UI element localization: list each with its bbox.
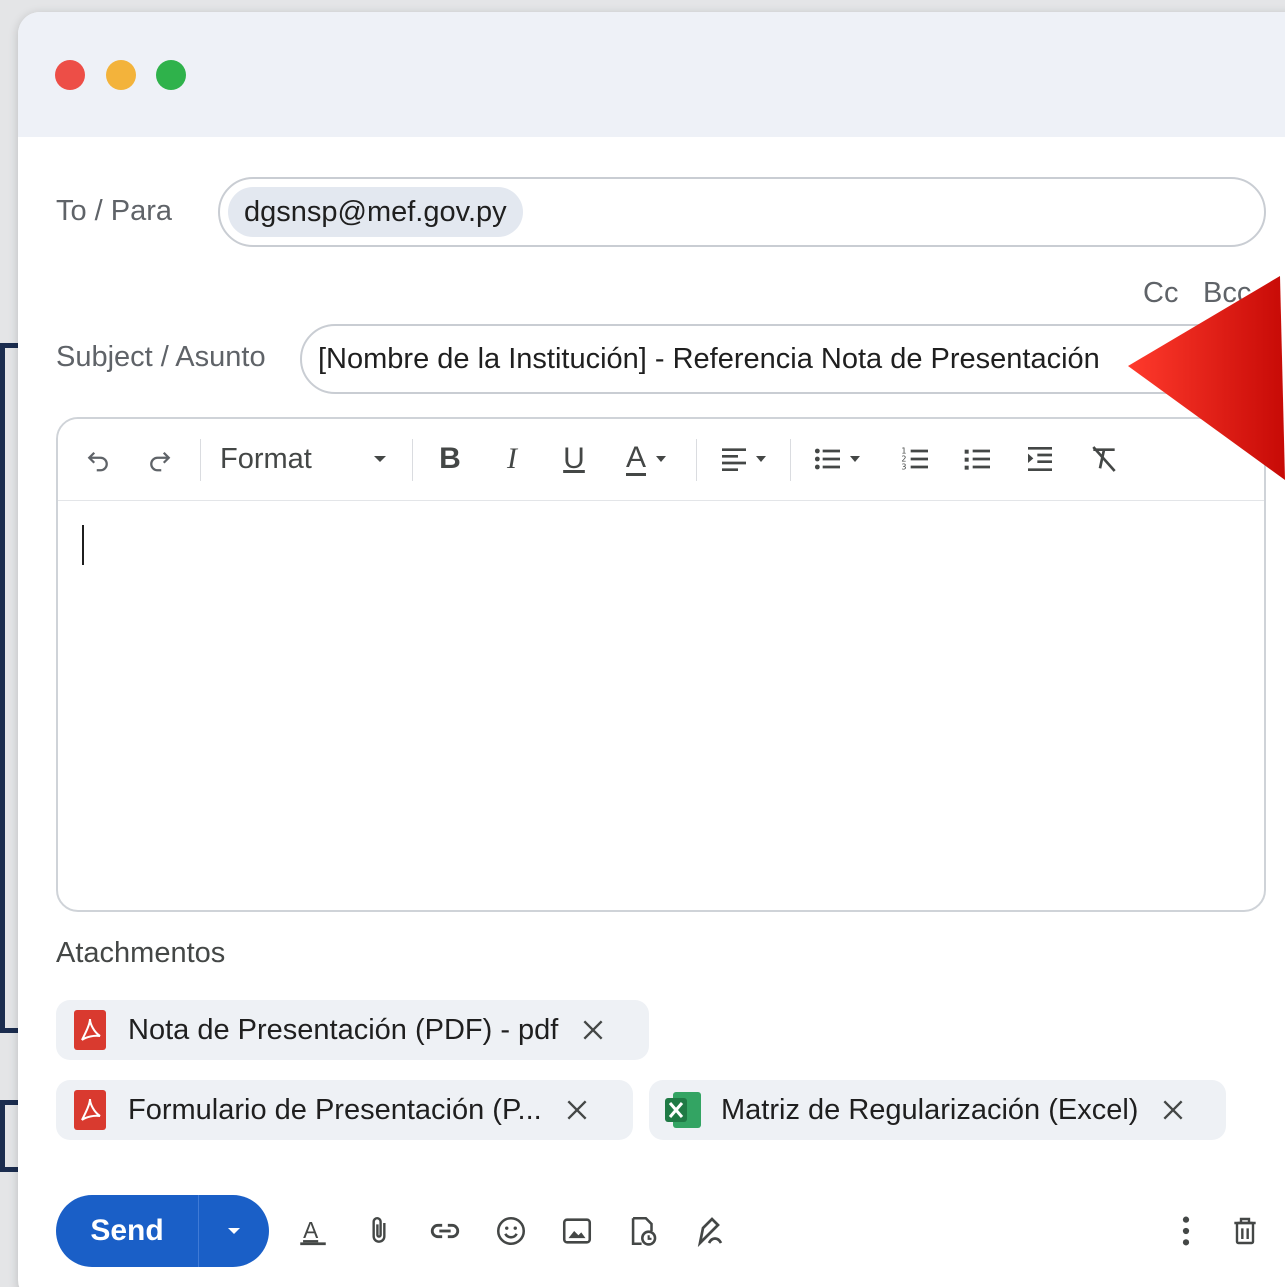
send-label: Send xyxy=(90,1214,164,1247)
title-bar xyxy=(18,12,1285,137)
align-button[interactable] xyxy=(710,437,776,481)
trash-icon xyxy=(1234,1217,1256,1245)
text-color-button[interactable]: A xyxy=(614,437,680,481)
format-label: Format xyxy=(220,442,312,475)
undo-button[interactable] xyxy=(76,437,120,481)
bulleted-list-button[interactable] xyxy=(956,437,1000,481)
link-icon xyxy=(430,1223,460,1239)
formatting-options-button[interactable]: A xyxy=(292,1210,334,1252)
list-button[interactable] xyxy=(804,437,870,481)
more-options-button[interactable] xyxy=(1165,1210,1207,1252)
italic-button[interactable]: I xyxy=(490,437,534,481)
svg-text:A: A xyxy=(303,1217,319,1243)
confidential-mode-button[interactable] xyxy=(622,1210,664,1252)
numbered-list-icon: 123 xyxy=(901,447,928,472)
attachments-title: Atachmentos xyxy=(56,937,226,969)
toolbar-divider xyxy=(200,439,201,481)
message-editor[interactable]: Format B I U A 1 2 3 xyxy=(56,417,1266,912)
pdf-icon xyxy=(74,1090,106,1130)
redo-icon xyxy=(150,451,171,472)
insert-photo-button[interactable] xyxy=(556,1210,598,1252)
numbered-list-button[interactable]: 123 xyxy=(894,437,938,481)
attachment-name: Nota de Presentación (PDF) - pdf xyxy=(128,1013,559,1046)
lock-clock-icon xyxy=(631,1216,657,1246)
formatting-toolbar: Format B I U A 1 2 3 xyxy=(58,419,1264,501)
connector-line xyxy=(0,1100,5,1172)
paperclip-icon xyxy=(372,1217,386,1243)
attachment-chip[interactable]: Matriz de Regularización (Excel) xyxy=(649,1080,1226,1140)
subject-value: [Nombre de la Institución] - Referencia … xyxy=(318,343,1100,375)
bold-button[interactable]: B xyxy=(428,437,472,481)
remove-attachment-icon[interactable] xyxy=(580,1017,606,1043)
send-options-button[interactable] xyxy=(199,1195,269,1267)
bold-icon: B xyxy=(439,442,461,475)
discard-draft-button[interactable] xyxy=(1224,1210,1266,1252)
more-vert-icon xyxy=(1182,1216,1190,1246)
recipient-chip[interactable]: dgsnsp@mef.gov.py xyxy=(228,187,523,237)
minimize-window-button[interactable] xyxy=(106,60,136,90)
attachment-chip[interactable]: Formulario de Presentación (P... xyxy=(56,1080,633,1140)
maximize-window-button[interactable] xyxy=(156,60,186,90)
caret-down-icon xyxy=(228,1228,240,1234)
attachment-name: Matriz de Regularización (Excel) xyxy=(721,1093,1139,1126)
signature-button[interactable] xyxy=(688,1210,730,1252)
underline-button[interactable]: U xyxy=(552,437,596,481)
italic-icon: I xyxy=(507,442,517,475)
caret-down-icon xyxy=(756,456,766,462)
bulleted-list-icon xyxy=(964,449,990,470)
caret-down-icon xyxy=(850,456,860,462)
attach-file-button[interactable] xyxy=(358,1210,400,1252)
signature-icon xyxy=(697,1217,723,1248)
text-cursor xyxy=(82,525,84,565)
text-color-icon: A xyxy=(625,440,646,476)
indent-icon xyxy=(1028,447,1052,471)
text-format-icon: A xyxy=(300,1217,326,1246)
compose-window: To / Para dgsnsp@mef.gov.py Cc Bcc Subje… xyxy=(18,12,1285,1287)
to-label: To / Para xyxy=(56,195,173,227)
caret-down-icon xyxy=(656,456,666,462)
format-dropdown[interactable]: Format xyxy=(220,437,400,481)
photo-icon xyxy=(562,1218,592,1244)
clear-formatting-icon xyxy=(1092,446,1116,472)
insert-emoji-button[interactable] xyxy=(490,1210,532,1252)
pdf-icon xyxy=(74,1010,106,1050)
remove-attachment-icon[interactable] xyxy=(564,1097,590,1123)
annotation-arrow-icon xyxy=(1128,276,1285,480)
toolbar-divider xyxy=(696,439,697,481)
excel-icon xyxy=(665,1092,701,1128)
underline-icon: U xyxy=(563,442,585,475)
remove-attachment-icon[interactable] xyxy=(1160,1097,1186,1123)
redo-button[interactable] xyxy=(138,437,182,481)
toolbar-divider xyxy=(412,439,413,481)
indent-button[interactable] xyxy=(1018,437,1062,481)
attachment-chip[interactable]: Nota de Presentación (PDF) - pdf xyxy=(56,1000,649,1060)
close-window-button[interactable] xyxy=(55,60,85,90)
attachment-name: Formulario de Presentación (P... xyxy=(128,1093,542,1126)
align-left-icon xyxy=(722,448,746,471)
list-icon xyxy=(814,448,840,470)
subject-label: Subject / Asunto xyxy=(56,341,266,373)
caret-down-icon xyxy=(373,456,386,462)
insert-link-button[interactable] xyxy=(424,1210,466,1252)
connector-line xyxy=(0,343,5,1033)
svg-text:3: 3 xyxy=(901,463,906,472)
to-field[interactable]: dgsnsp@mef.gov.py xyxy=(218,177,1266,247)
send-button[interactable]: Send xyxy=(56,1195,269,1267)
emoji-icon xyxy=(496,1216,526,1246)
toolbar-divider xyxy=(790,439,791,481)
undo-icon xyxy=(87,451,108,472)
